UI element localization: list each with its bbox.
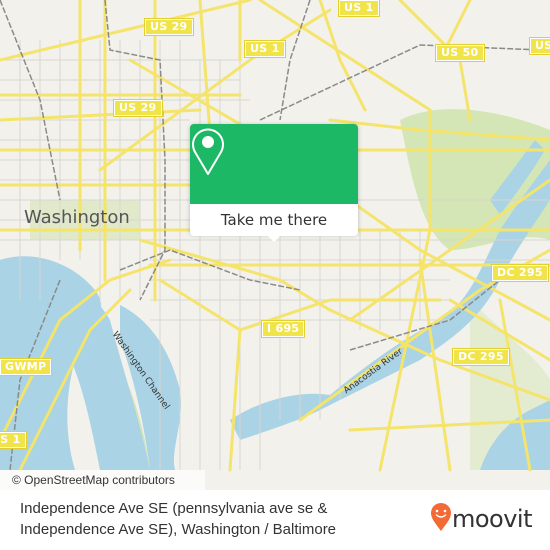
route-shield-gwmp: GWMP <box>0 358 53 376</box>
stop-address-line2: Independence Ave SE), Washington / Balti… <box>20 521 337 538</box>
moovit-wordmark: moovit <box>451 505 533 533</box>
stop-address: Independence Ave SE (pennsylvania ave se… <box>20 498 380 540</box>
route-shield-us: US <box>528 37 550 55</box>
footer: Independence Ave SE (pennsylvania ave se… <box>0 490 550 550</box>
stop-address-line1: Independence Ave SE (pennsylvania ave se… <box>20 500 328 517</box>
map-canvas[interactable]: Washington Washington Channel Anacostia … <box>0 0 550 490</box>
route-shield-us50: US 50 <box>435 44 485 62</box>
moovit-logo[interactable]: moovit <box>430 502 533 536</box>
route-shield-us29: US 29 <box>144 18 194 36</box>
destination-popup: Take me there <box>190 124 358 242</box>
route-shield-us1: US 1 <box>338 0 380 17</box>
map-card: Washington Washington Channel Anacostia … <box>0 0 550 550</box>
map-attribution[interactable]: © OpenStreetMap contributors <box>0 470 205 490</box>
popup-pointer <box>266 234 282 242</box>
route-shield-dc295: DC 295 <box>452 348 510 366</box>
take-me-there-button[interactable]: Take me there <box>190 204 358 236</box>
route-shield-us1: US 1 <box>0 431 27 449</box>
moovit-smiley-pin-icon <box>430 502 452 536</box>
route-shield-us1: US 1 <box>244 40 286 58</box>
route-shield-us29: US 29 <box>113 99 163 117</box>
route-shield-i695: I 695 <box>260 320 306 338</box>
map-layer <box>0 0 550 472</box>
popup-header <box>190 124 358 204</box>
route-shield-dc295: DC 295 <box>491 264 549 282</box>
place-label-washington: Washington <box>24 207 130 228</box>
